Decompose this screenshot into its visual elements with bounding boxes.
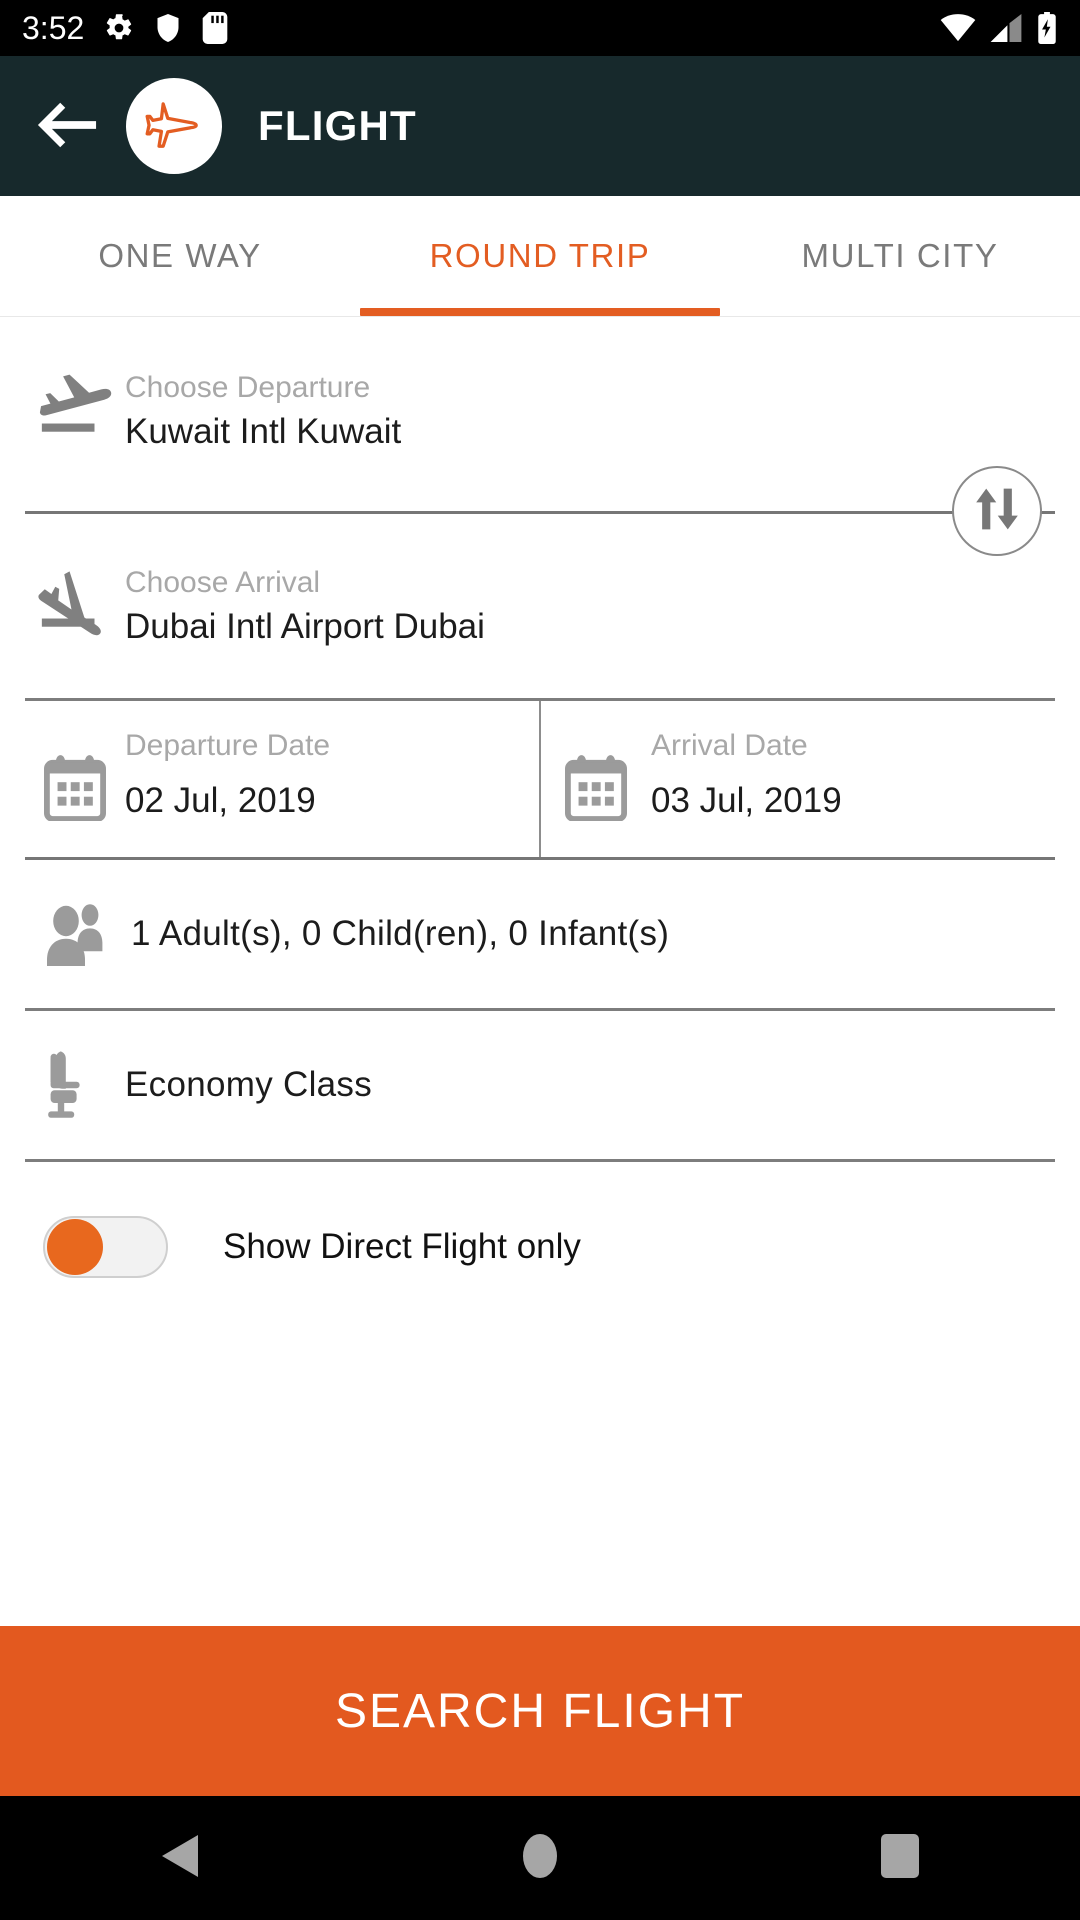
calendar-icon xyxy=(25,727,125,821)
tab-one-way[interactable]: ONE WAY xyxy=(0,196,360,316)
tab-multi-city[interactable]: MULTI CITY xyxy=(720,196,1080,316)
airline-seat-icon xyxy=(25,1047,125,1123)
departure-date-label: Departure Date xyxy=(125,728,331,762)
flight-search-form: Choose Departure Kuwait Intl Kuwait Choo… xyxy=(0,317,1080,1626)
wifi-icon xyxy=(940,14,976,42)
phone-screen: 3:52 FLIGHT ONE WAY ROUND TRIP MULTI CIT… xyxy=(0,0,1080,1920)
calendar-icon xyxy=(541,727,651,821)
tab-round-trip[interactable]: ROUND TRIP xyxy=(360,196,720,316)
departure-date-text: Departure Date 02 Jul, 2019 xyxy=(125,727,539,827)
arrival-date-value: 03 Jul, 2019 xyxy=(651,781,842,820)
nav-recents-icon xyxy=(880,1833,920,1884)
cabin-class-value: Economy Class xyxy=(125,1064,373,1104)
departure-airport-label: Choose Departure xyxy=(125,371,371,404)
direct-flight-row: Show Direct Flight only xyxy=(0,1162,1080,1332)
arrival-date-field[interactable]: Arrival Date 03 Jul, 2019 xyxy=(539,700,1055,857)
status-clock: 3:52 xyxy=(22,10,85,46)
app-bar: FLIGHT xyxy=(0,56,1080,196)
departure-airport-value: Kuwait Intl Kuwait xyxy=(125,411,402,451)
people-icon xyxy=(25,898,125,970)
search-flight-button[interactable]: SEARCH FLIGHT xyxy=(0,1626,1080,1796)
tab-multi-city-label: MULTI CITY xyxy=(801,237,999,274)
arrival-airport-value: Dubai Intl Airport Dubai xyxy=(125,606,485,646)
flight-land-icon xyxy=(25,564,125,636)
arrival-date-label: Arrival Date xyxy=(651,728,808,762)
arrival-date-text: Arrival Date 03 Jul, 2019 xyxy=(651,727,1055,827)
nav-back-button[interactable] xyxy=(90,1796,270,1920)
status-bar-right xyxy=(940,12,1058,44)
trip-type-tabs: ONE WAY ROUND TRIP MULTI CITY xyxy=(0,196,1080,317)
date-fields-row: Departure Date 02 Jul, 2019 Arrival Date… xyxy=(25,700,1055,860)
nav-home-icon xyxy=(522,1833,558,1884)
nav-home-button[interactable] xyxy=(450,1796,630,1920)
departure-date-field[interactable]: Departure Date 02 Jul, 2019 xyxy=(25,701,539,857)
nav-back-icon xyxy=(158,1833,202,1884)
tab-one-way-label: ONE WAY xyxy=(98,237,262,274)
passengers-field[interactable]: 1 Adult(s), 0 Child(ren), 0 Infant(s) xyxy=(0,860,1080,1008)
arrival-airport-label: Choose Arrival xyxy=(125,566,321,600)
gear-icon xyxy=(104,13,134,43)
departure-airport-field[interactable]: Choose Departure Kuwait Intl Kuwait xyxy=(0,317,1080,457)
tab-round-trip-label: ROUND TRIP xyxy=(429,237,651,274)
android-nav-bar xyxy=(0,1796,1080,1920)
nav-recents-button[interactable] xyxy=(810,1796,990,1920)
status-bar: 3:52 xyxy=(0,0,1080,56)
arrival-airport-field[interactable]: Choose Arrival Dubai Intl Airport Dubai xyxy=(0,514,1080,652)
tab-active-indicator xyxy=(360,308,720,316)
direct-flight-toggle-label: Show Direct Flight only xyxy=(223,1226,581,1266)
back-arrow-icon xyxy=(36,100,98,153)
passengers-value: 1 Adult(s), 0 Child(ren), 0 Infant(s) xyxy=(131,913,670,953)
back-button[interactable] xyxy=(30,89,104,163)
status-bar-left: 3:52 xyxy=(22,12,228,44)
cellular-signal-icon xyxy=(990,14,1022,42)
direct-flight-toggle[interactable] xyxy=(43,1215,168,1278)
flight-takeoff-icon xyxy=(25,369,125,441)
departure-date-value: 02 Jul, 2019 xyxy=(125,781,316,820)
departure-airport-text: Choose Departure Kuwait Intl Kuwait xyxy=(125,369,1055,457)
sd-card-icon xyxy=(202,12,228,44)
arrival-airport-text: Choose Arrival Dubai Intl Airport Dubai xyxy=(125,564,1055,652)
cabin-class-field[interactable]: Economy Class xyxy=(0,1011,1080,1159)
app-logo xyxy=(126,78,222,174)
toggle-knob xyxy=(47,1218,103,1275)
shield-icon xyxy=(154,12,182,44)
page-title: FLIGHT xyxy=(258,102,417,149)
airplane-logo-icon xyxy=(141,91,207,162)
battery-charging-icon xyxy=(1036,12,1058,44)
search-flight-button-label: SEARCH FLIGHT xyxy=(334,1684,746,1738)
